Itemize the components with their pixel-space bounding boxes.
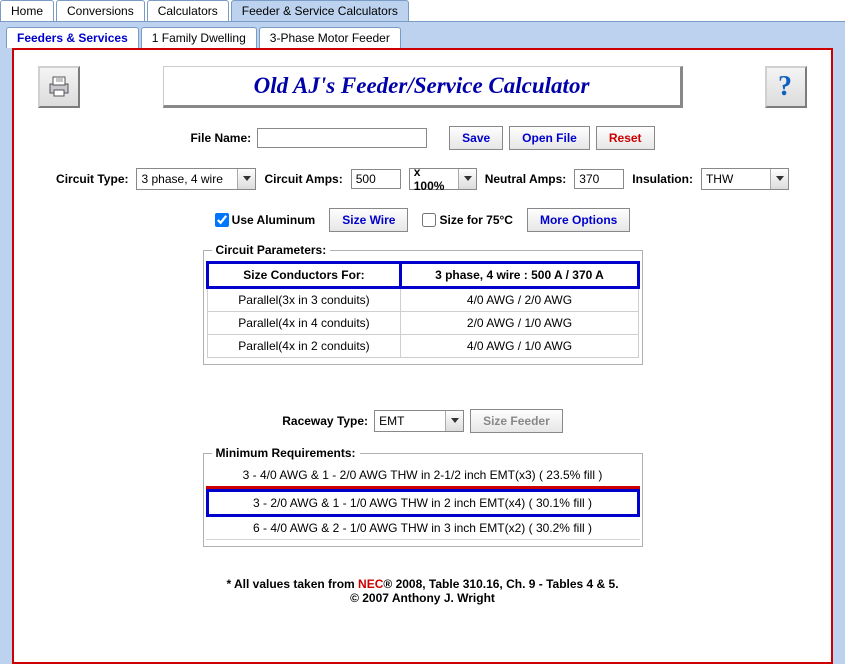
- params-r0-right: 4/0 AWG / 2/0 AWG: [401, 288, 638, 312]
- circuit-type-value: 3 phase, 4 wire: [141, 172, 222, 186]
- print-button[interactable]: [38, 66, 80, 108]
- tab-home[interactable]: Home: [0, 0, 54, 21]
- tab-conversions[interactable]: Conversions: [56, 0, 145, 21]
- footer-copyright: © 2007 Anthony J. Wright: [350, 591, 495, 605]
- multiplier-value: x 100%: [414, 165, 454, 193]
- reset-button[interactable]: Reset: [596, 126, 655, 150]
- tab-feeder-service-calculators[interactable]: Feeder & Service Calculators: [231, 0, 409, 21]
- raceway-type-label: Raceway Type:: [282, 414, 368, 428]
- circuit-parameters-legend: Circuit Parameters:: [212, 243, 331, 257]
- multiplier-select[interactable]: x 100%: [409, 168, 477, 190]
- file-name-label: File Name:: [190, 131, 251, 145]
- minreq-row-0[interactable]: 3 - 4/0 AWG & 1 - 2/0 AWG THW in 2-1/2 i…: [206, 464, 640, 489]
- minreq-row-1[interactable]: 3 - 2/0 AWG & 1 - 1/0 AWG THW in 2 inch …: [206, 489, 640, 517]
- circuit-amps-input[interactable]: [351, 169, 401, 189]
- footer-pre: * All values taken from: [226, 577, 358, 591]
- footer-text: * All values taken from NEC® 2008, Table…: [38, 577, 807, 605]
- subtab-feeders-services[interactable]: Feeders & Services: [6, 27, 139, 48]
- size-75-label: Size for 75°C: [439, 213, 513, 227]
- size-wire-button[interactable]: Size Wire: [329, 208, 408, 232]
- circuit-parameters-table: Size Conductors For: 3 phase, 4 wire : 5…: [206, 261, 640, 358]
- size-75-checkbox[interactable]: Size for 75°C: [422, 213, 513, 227]
- size-75-input[interactable]: [422, 213, 436, 227]
- question-icon: ?: [773, 71, 799, 104]
- help-button[interactable]: ?: [765, 66, 807, 108]
- svg-text:?: ?: [778, 71, 792, 101]
- size-feeder-button: Size Feeder: [470, 409, 563, 433]
- chevron-down-icon: [770, 169, 788, 189]
- circuit-type-label: Circuit Type:: [56, 172, 128, 186]
- printer-icon: [46, 74, 72, 101]
- subtab-3phase-motor-feeder[interactable]: 3-Phase Motor Feeder: [259, 27, 401, 48]
- minimum-requirements-group: Minimum Requirements: 3 - 4/0 AWG & 1 - …: [203, 453, 643, 547]
- top-tab-strip: Home Conversions Calculators Feeder & Se…: [0, 0, 845, 22]
- chevron-down-icon: [445, 411, 463, 431]
- params-header-left: Size Conductors For:: [207, 263, 401, 288]
- minreq-row-2[interactable]: 6 - 4/0 AWG & 2 - 1/0 AWG THW in 3 inch …: [206, 517, 640, 540]
- chevron-down-icon: [237, 169, 255, 189]
- neutral-amps-label: Neutral Amps:: [485, 172, 567, 186]
- use-aluminum-checkbox[interactable]: Use Aluminum: [215, 213, 316, 227]
- page-title: Old AJ's Feeder/Service Calculator: [163, 66, 683, 108]
- page-title-text: Old AJ's Feeder/Service Calculator: [254, 73, 590, 98]
- params-r2-right: 4/0 AWG / 1/0 AWG: [401, 335, 638, 358]
- table-row[interactable]: Parallel(4x in 4 conduits) 2/0 AWG / 1/0…: [207, 312, 638, 335]
- table-row[interactable]: Parallel(3x in 3 conduits) 4/0 AWG / 2/0…: [207, 288, 638, 312]
- table-row[interactable]: Parallel(4x in 2 conduits) 4/0 AWG / 1/0…: [207, 335, 638, 358]
- chevron-down-icon: [458, 169, 476, 189]
- params-r0-left: Parallel(3x in 3 conduits): [207, 288, 401, 312]
- use-aluminum-input[interactable]: [215, 213, 229, 227]
- params-r2-left: Parallel(4x in 2 conduits): [207, 335, 401, 358]
- main-panel: Old AJ's Feeder/Service Calculator ? Fil…: [12, 48, 833, 664]
- circuit-type-select[interactable]: 3 phase, 4 wire: [136, 168, 256, 190]
- circuit-amps-label: Circuit Amps:: [264, 172, 342, 186]
- table-header-row[interactable]: Size Conductors For: 3 phase, 4 wire : 5…: [207, 263, 638, 288]
- raceway-type-value: EMT: [379, 414, 404, 428]
- more-options-button[interactable]: More Options: [527, 208, 630, 232]
- subtab-1-family-dwelling[interactable]: 1 Family Dwelling: [141, 27, 257, 48]
- sub-tab-strip: Feeders & Services 1 Family Dwelling 3-P…: [6, 27, 839, 48]
- open-file-button[interactable]: Open File: [509, 126, 590, 150]
- sub-tab-area: Feeders & Services 1 Family Dwelling 3-P…: [0, 22, 845, 664]
- minimum-requirements-legend: Minimum Requirements:: [212, 446, 360, 460]
- params-r1-right: 2/0 AWG / 1/0 AWG: [401, 312, 638, 335]
- file-name-input[interactable]: [257, 128, 427, 148]
- footer-post: ® 2008, Table 310.16, Ch. 9 - Tables 4 &…: [383, 577, 618, 591]
- insulation-value: THW: [706, 172, 733, 186]
- save-button[interactable]: Save: [449, 126, 503, 150]
- neutral-amps-input[interactable]: [574, 169, 624, 189]
- tab-calculators[interactable]: Calculators: [147, 0, 229, 21]
- params-header-right: 3 phase, 4 wire : 500 A / 370 A: [401, 263, 638, 288]
- raceway-type-select[interactable]: EMT: [374, 410, 464, 432]
- circuit-parameters-group: Circuit Parameters: Size Conductors For:…: [203, 250, 643, 365]
- footer-nec: NEC: [358, 577, 383, 591]
- params-r1-left: Parallel(4x in 4 conduits): [207, 312, 401, 335]
- insulation-label: Insulation:: [632, 172, 693, 186]
- insulation-select[interactable]: THW: [701, 168, 789, 190]
- use-aluminum-label: Use Aluminum: [232, 213, 316, 227]
